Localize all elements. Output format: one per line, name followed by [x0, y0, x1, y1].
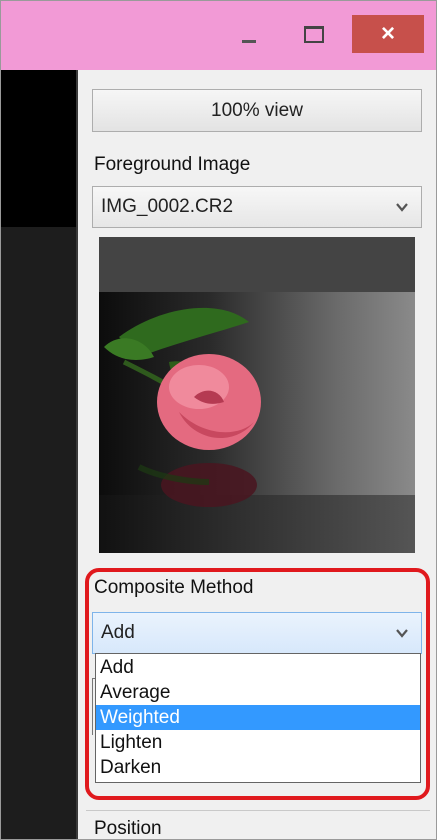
option-average[interactable]: Average	[96, 680, 420, 705]
foreground-preview	[99, 237, 415, 553]
option-lighten[interactable]: Lighten	[96, 730, 420, 755]
composite-method-select[interactable]: Add	[92, 612, 422, 654]
app-window: × 100% view Foreground Image IMG_0002.CR…	[0, 0, 437, 840]
chevron-down-icon	[396, 203, 408, 212]
composite-method-dropdown[interactable]: Add Average Weighted Lighten Darken	[95, 653, 421, 783]
chevron-down-icon	[396, 629, 408, 638]
foreground-image-select[interactable]: IMG_0002.CR2	[92, 186, 422, 228]
foreground-image-value: IMG_0002.CR2	[101, 196, 234, 217]
close-icon: ×	[380, 20, 395, 47]
title-bar: ×	[1, 1, 436, 70]
composite-method-value: Add	[101, 622, 135, 643]
rose-photo-icon	[104, 307, 261, 507]
side-panel: 100% view Foreground Image IMG_0002.CR2	[78, 70, 436, 839]
close-button[interactable]: ×	[352, 15, 424, 53]
foreground-image-label: Foreground Image	[94, 154, 251, 175]
view-100-button[interactable]: 100% view	[92, 89, 422, 132]
section-divider	[86, 810, 430, 811]
minimize-icon	[242, 39, 256, 43]
minimize-button[interactable]	[223, 15, 275, 53]
image-canvas-area	[1, 70, 78, 839]
option-add[interactable]: Add	[96, 655, 420, 680]
position-label: Position	[94, 818, 162, 839]
option-weighted[interactable]: Weighted	[96, 705, 420, 730]
maximize-icon	[304, 25, 324, 43]
option-darken[interactable]: Darken	[96, 755, 420, 780]
maximize-button[interactable]	[285, 15, 343, 53]
composite-method-label: Composite Method	[94, 577, 254, 598]
canvas-top-region	[1, 70, 78, 227]
